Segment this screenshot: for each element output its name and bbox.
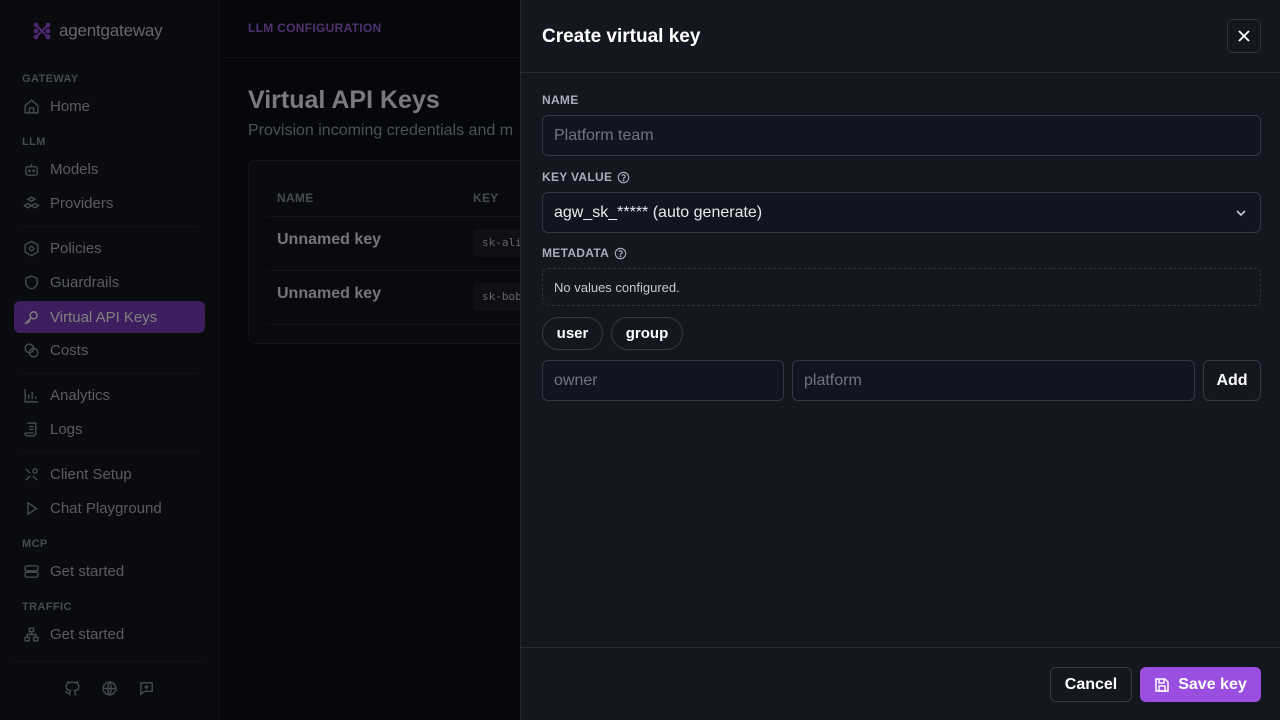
drawer-title: Create virtual key [542,26,701,47]
name-input[interactable] [542,115,1261,156]
drawer-header: Create virtual key [521,0,1280,73]
help-icon[interactable] [614,247,627,260]
chip-user[interactable]: user [542,317,603,350]
close-icon [1238,30,1250,42]
metadata-key-input[interactable] [542,360,784,401]
chevron-down-icon [1236,210,1246,217]
help-icon[interactable] [617,171,630,184]
drawer-footer: Cancel Save key [521,647,1280,720]
key-value-label-text: KEY VALUE [542,170,613,184]
metadata-label: METADATA [542,246,627,260]
metadata-label-text: METADATA [542,246,610,260]
cancel-button[interactable]: Cancel [1050,667,1132,702]
save-key-button[interactable]: Save key [1140,667,1261,702]
add-metadata-button[interactable]: Add [1203,360,1261,401]
save-key-label: Save key [1178,675,1247,693]
metadata-value-input[interactable] [792,360,1195,401]
key-value-selected: agw_sk_***** (auto generate) [554,203,763,221]
key-value-label: KEY VALUE [542,170,630,184]
create-key-drawer: Create virtual key NAME KEY VALUE agw_sk… [520,0,1280,720]
metadata-empty-state: No values configured. [542,268,1261,306]
name-label: NAME [542,93,579,107]
close-button[interactable] [1227,19,1261,53]
key-value-select[interactable]: agw_sk_***** (auto generate) [542,192,1261,233]
name-label-text: NAME [542,93,579,107]
chip-group[interactable]: group [611,317,683,350]
save-icon [1155,677,1169,692]
